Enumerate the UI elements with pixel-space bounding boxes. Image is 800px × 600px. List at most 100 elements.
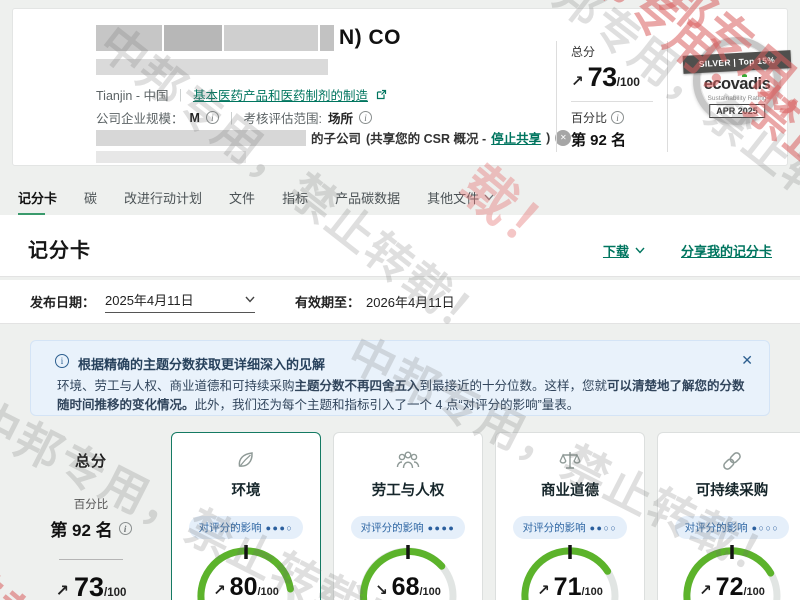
redacted-block [96, 25, 162, 51]
separator: ｜ [174, 85, 187, 104]
theme-card-1[interactable]: 劳工与人权 对评分的影响 ●●●● ↘ 68 /100 [333, 432, 483, 600]
company-size-row: 公司企业规模： M ｜ 考核评估范围: 场所 [96, 108, 372, 127]
theme-score-denominator: /100 [419, 586, 440, 598]
trend-icon: ↗ [213, 581, 226, 599]
total-score-label: 总分 [571, 43, 653, 60]
scorecard-header-panel: 记分卡 下载 分享我的记分卡 [0, 215, 800, 277]
impact-pill: 对评分的影响 ●●○○ [513, 516, 628, 539]
ecovadis-logo: ecovadis [684, 75, 790, 94]
valid-until-label: 有效期至： [295, 292, 360, 311]
overall-score-denominator: /100 [104, 587, 126, 599]
trend-icon: ↗ [699, 581, 712, 599]
page-title: 记分卡 [28, 234, 91, 263]
impact-dots: ●●●○ [266, 523, 294, 533]
medal-tagline: Sustainability Rating [684, 95, 790, 102]
close-icon[interactable]: ✕ [741, 352, 753, 369]
external-link-icon [376, 89, 387, 100]
stop-sharing-link[interactable]: 停止共享 [491, 128, 541, 147]
publish-date-value: 2025年4月11日 [105, 290, 194, 309]
overall-score-value: 73 [74, 572, 104, 600]
impact-pill: 对评分的影响 ●○○○ [675, 516, 790, 539]
impact-pill: 对评分的影响 ●●●○ [189, 516, 304, 539]
tab-2[interactable]: 改进行动计划 [124, 188, 202, 216]
theme-card-title: 环境 [172, 479, 320, 500]
tab-3[interactable]: 文件 [229, 188, 255, 216]
theme-score-value: 80 [230, 573, 258, 600]
publish-date-select[interactable]: 2025年4月11日 [105, 290, 255, 313]
trend-up-icon: ↗ [571, 72, 584, 90]
impact-dots: ●●●● [428, 523, 456, 533]
impact-dots: ●○○○ [752, 523, 780, 533]
download-button[interactable]: 下载 [603, 241, 645, 260]
leaf-icon [172, 448, 320, 474]
company-location: Tianjin - 中国 [96, 85, 168, 104]
share-note-suffix: ) [546, 131, 550, 145]
subsidiary-suffix: 的子公司 [311, 128, 361, 147]
company-name-row: N) CO [96, 25, 401, 51]
chevron-down-icon [245, 296, 255, 303]
tab-6[interactable]: 其他文件 [427, 188, 494, 216]
redacted-block [96, 130, 306, 146]
theme-card-3[interactable]: 可持续采购 对评分的影响 ●○○○ ↗ 72 /100 [657, 432, 800, 600]
info-banner: 根据精确的主题分数获取更详细深入的见解 环境、劳工与人权、商业道德和可持续采购主… [30, 340, 770, 416]
ecovadis-medal: SILVER | Top 15% ecovadis Sustainability… [684, 29, 790, 145]
impact-label: 对评分的影响 [199, 520, 262, 535]
redacted-block [96, 151, 246, 163]
theme-card-title: 劳工与人权 [334, 479, 482, 500]
theme-card-2[interactable]: 商业道德 对评分的影响 ●●○○ ↗ 71 /100 [495, 432, 645, 600]
overall-score-column: 总分 百分比 第 92 名 ↗ 73 /100 [12, 450, 170, 600]
impact-label: 对评分的影响 [523, 520, 586, 535]
info-icon[interactable] [119, 522, 132, 535]
impact-label: 对评分的影响 [685, 520, 748, 535]
overall-rank: 第 92 名 [50, 516, 112, 541]
total-score-value: 73 [588, 62, 617, 93]
theme-score-denominator: /100 [581, 586, 602, 598]
theme-cards-row: 环境 对评分的影响 ●●●○ ↗ 80 /100 劳工与人权 对评分的影响 ●●… [171, 432, 800, 600]
total-score-denominator: /100 [617, 75, 640, 89]
share-note-prefix: (共享您的 CSR 概况 - [366, 128, 486, 147]
overall-total-label: 总分 [12, 450, 170, 471]
theme-score-denominator: /100 [257, 586, 278, 598]
company-size-label: 公司企业规模： [96, 108, 184, 127]
info-icon [55, 354, 69, 368]
valid-until-value: 2026年4月11日 [366, 292, 455, 311]
ecovadis-accent [742, 74, 747, 77]
trend-icon: ↘ [375, 581, 388, 599]
impact-pill: 对评分的影响 ●●●● [351, 516, 466, 539]
redacted-block [96, 59, 328, 75]
subsidiary-row: 的子公司 (共享您的 CSR 概况 - 停止共享 ) [96, 128, 571, 147]
chevron-down-icon [484, 194, 494, 201]
info-icon[interactable] [206, 111, 219, 124]
info-icon[interactable] [359, 111, 372, 124]
tab-4[interactable]: 指标 [282, 188, 308, 216]
share-scorecard-label: 分享我的记分卡 [681, 241, 772, 260]
tab-0[interactable]: 记分卡 [18, 188, 57, 216]
chevron-down-icon [635, 247, 645, 254]
redacted-block [224, 25, 318, 51]
tab-1[interactable]: 碳 [84, 188, 97, 216]
theme-card-title: 商业道德 [496, 479, 644, 500]
redacted-block [164, 25, 222, 51]
info-icon[interactable] [611, 111, 624, 124]
theme-score-value: 71 [554, 573, 582, 600]
theme-score-value: 72 [716, 573, 744, 600]
theme-score-value: 68 [392, 573, 420, 600]
theme-card-0[interactable]: 环境 对评分的影响 ●●●○ ↗ 80 /100 [171, 432, 321, 600]
trend-icon: ↗ [537, 581, 550, 599]
download-label: 下载 [603, 241, 629, 260]
chain-icon [658, 448, 800, 474]
redacted-block [320, 25, 334, 51]
scales-icon [496, 448, 644, 474]
separator: ｜ [225, 108, 238, 127]
company-size-value: M [190, 111, 200, 125]
company-name-suffix: N) CO [339, 26, 401, 50]
divider [59, 559, 123, 560]
medal-period: APR 2025 [709, 104, 765, 118]
impact-label: 对评分的影响 [361, 520, 424, 535]
tabs-bar: 记分卡碳改进行动计划文件指标产品碳数据其他文件 [18, 188, 494, 216]
tab-5[interactable]: 产品碳数据 [335, 188, 400, 216]
percentile-label: 百分比 [571, 109, 607, 126]
publish-date-label: 发布日期： [30, 292, 95, 311]
share-scorecard-button[interactable]: 分享我的记分卡 [681, 241, 772, 260]
industry-link[interactable]: 基本医药产品和医药制剂的制造 [193, 85, 368, 104]
